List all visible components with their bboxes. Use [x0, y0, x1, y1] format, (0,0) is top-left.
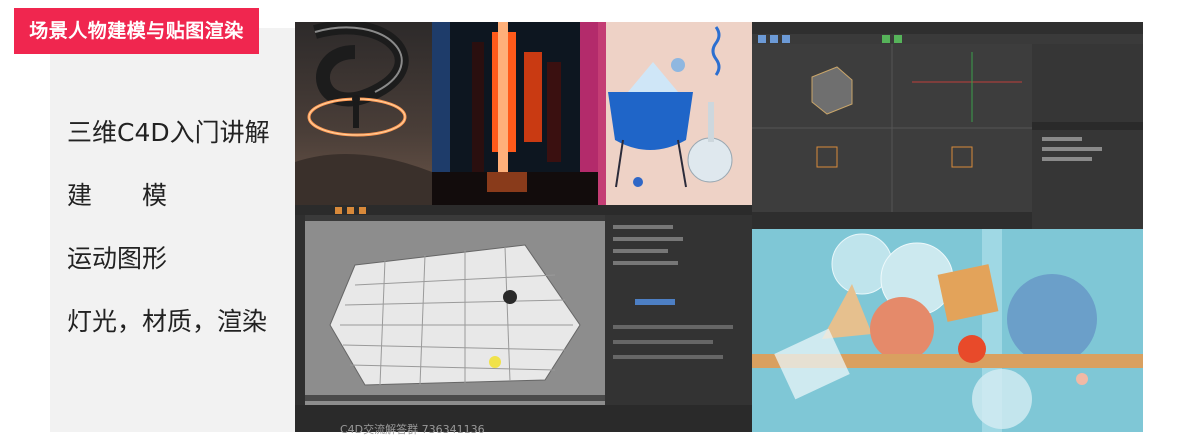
c4d-viewport-screenshot	[752, 22, 1143, 229]
topic-list: 三维C4D入门讲解 建 模 运动图形 灯光，材质，渲染	[67, 118, 270, 370]
c4d-mograph-blocks-screenshot	[295, 205, 752, 432]
topic-item-intro[interactable]: 三维C4D入门讲解	[67, 118, 270, 148]
render-neon-corridor-image	[432, 22, 598, 205]
render-figure-rings-image	[295, 22, 432, 205]
topic-item-mograph[interactable]: 运动图形	[67, 244, 270, 274]
topic-item-modeling[interactable]: 建 模	[67, 181, 270, 211]
watermark-text: C4D交流解答群 736341136	[340, 423, 485, 436]
render-blue-bowl-image	[598, 22, 752, 205]
section-title-badge: 场景人物建模与贴图渲染	[14, 8, 259, 54]
render-pastel-shapes-image	[752, 229, 1143, 432]
topic-item-lighting-material-render[interactable]: 灯光，材质，渲染	[67, 307, 270, 337]
